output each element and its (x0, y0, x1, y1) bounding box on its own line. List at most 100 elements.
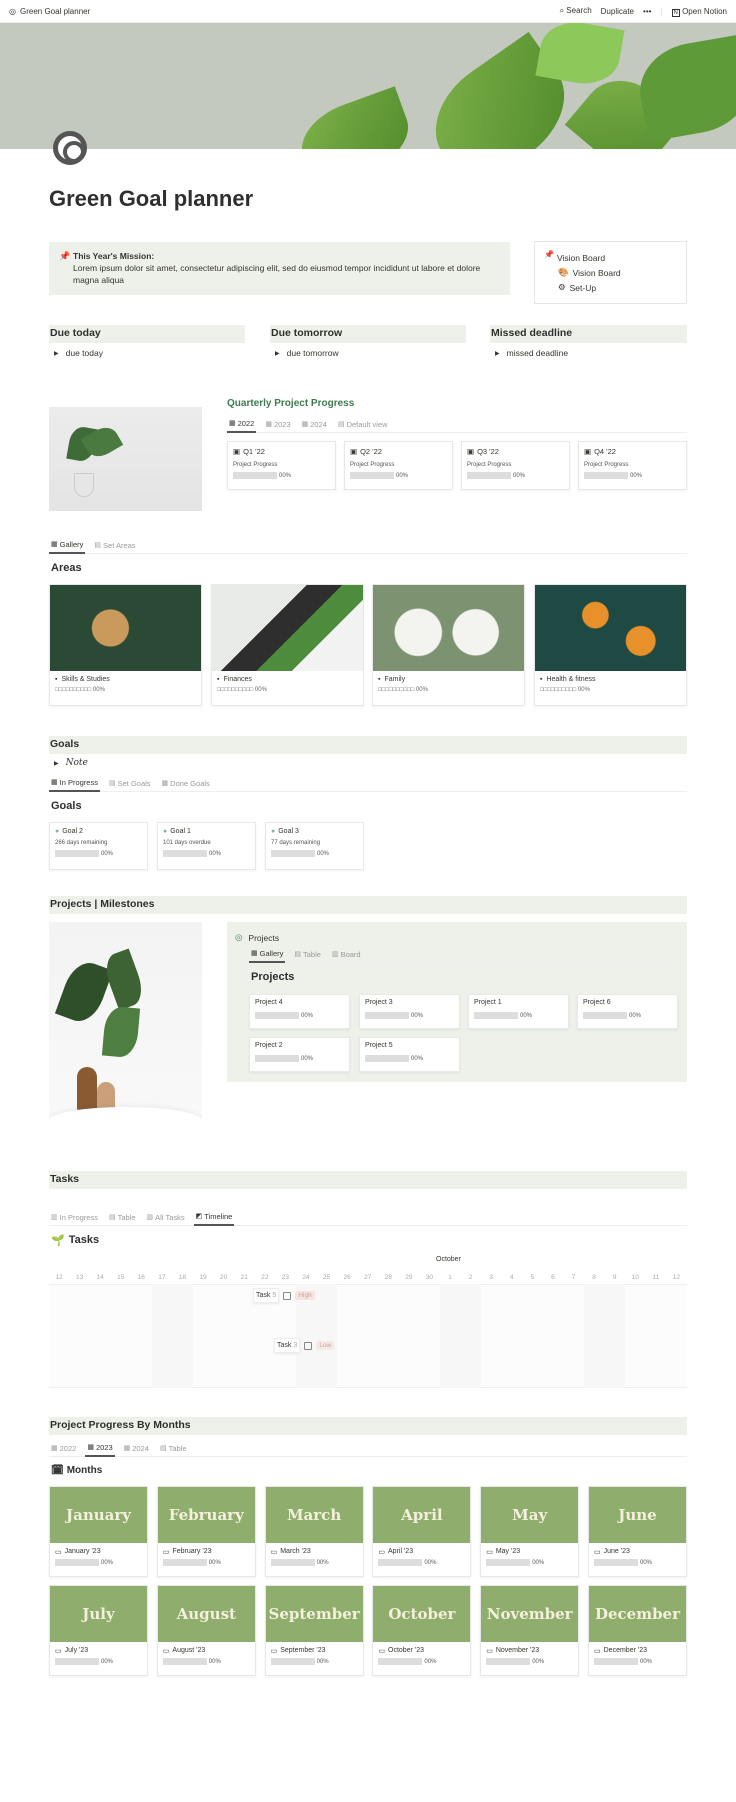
gallery-icon: ▦ (51, 1445, 58, 1452)
task-checkbox[interactable] (283, 1291, 292, 1300)
project-card[interactable]: Project 4 00% (249, 994, 350, 1029)
month-cover: October (373, 1586, 471, 1642)
goal-card[interactable]: ● Goal 1 101 days overdue 00% (157, 822, 256, 870)
project-card[interactable]: Project 2 00% (249, 1037, 350, 1072)
timeline-month: October (436, 1256, 461, 1263)
gallery-icon: ▦ (87, 1444, 94, 1451)
area-card[interactable]: ▪ Finances □□□□□□□□□□ 00% (211, 584, 364, 706)
month-cover: December (589, 1586, 686, 1642)
area-card[interactable]: ▪ Health & fitness □□□□□□□□□□ 00% (534, 584, 687, 706)
tab-2024[interactable]: ▦ 2024 (122, 1443, 151, 1457)
section-heading: Missed deadline (490, 325, 687, 343)
month-card[interactable]: August ▭ August '23 00% (156, 1585, 256, 1676)
month-card[interactable]: April ▭ April '23 00% (372, 1486, 472, 1577)
priority-tag: High (295, 1291, 315, 1300)
tab-table[interactable]: ▤ Table (107, 1212, 138, 1226)
month-card[interactable]: June ▭ June '23 00% (588, 1486, 687, 1577)
tab-in-progress[interactable]: ▥ In Progress (49, 1212, 100, 1226)
tab-timeline[interactable]: ◩ Timeline (193, 1212, 235, 1226)
goal-status: 101 days overdue (163, 840, 211, 846)
tab-2022[interactable]: ▦ 2022 (227, 419, 257, 433)
tab-2023[interactable]: ▦ 2023 (85, 1443, 115, 1457)
month-card[interactable]: March ▭ March '23 00% (264, 1486, 364, 1577)
weekend-column (151, 1284, 194, 1388)
projects-db-title[interactable]: Projects (248, 933, 279, 943)
tab-gallery[interactable]: ▦ Gallery (249, 949, 286, 963)
area-card[interactable]: ▪ Skills & Studies □□□□□□□□□□ 00% (49, 584, 202, 706)
search-button[interactable]: ⌕ Search (560, 6, 592, 16)
quarter-card[interactable]: ▣ Q2 '22 Project Progress 00% (344, 441, 453, 490)
tab-gallery[interactable]: ▦ Gallery (49, 540, 86, 554)
project-name: Project 4 (255, 999, 283, 1006)
sprout-icon: 🌱 (51, 1235, 65, 1247)
progress-bar: 00% (583, 1012, 672, 1019)
project-card[interactable]: Project 5 00% (359, 1037, 460, 1072)
month-card[interactable]: October ▭ October '23 00% (372, 1585, 472, 1676)
tab-set-goals[interactable]: ▤ Set Goals (107, 778, 153, 792)
goal-icon: ● (163, 828, 168, 835)
gallery-icon: ▦ (265, 421, 272, 428)
tab-done-goals[interactable]: ▦ Done Goals (160, 778, 212, 792)
toggle-due-today[interactable]: ▶ due today (49, 348, 245, 358)
project-card[interactable]: Project 3 00% (359, 994, 460, 1029)
month-card[interactable]: February ▭ February '23 00% (156, 1486, 256, 1577)
tab-set-areas[interactable]: ▤ Set Areas (92, 540, 137, 554)
tab-table[interactable]: ▤ Table (292, 949, 323, 963)
board-icon: ▥ (51, 1214, 58, 1221)
tab-in-progress[interactable]: ▦ In Progress (49, 778, 100, 792)
timeline-day: 29 (405, 1274, 413, 1281)
project-name: Project 6 (583, 999, 611, 1006)
tab-all-tasks[interactable]: ▥ All Tasks (145, 1212, 187, 1226)
month-card[interactable]: January ▭ January '23 00% (49, 1486, 148, 1577)
month-card[interactable]: May ▭ May '23 00% (480, 1486, 580, 1577)
month-card[interactable]: November ▭ November '23 00% (480, 1585, 580, 1676)
more-button[interactable]: ••• (643, 7, 651, 16)
project-card[interactable]: Project 6 00% (577, 994, 678, 1029)
area-card[interactable]: ▪ Family □□□□□□□□□□ 00% (372, 584, 525, 706)
tab-2024[interactable]: ▦ 2024 (300, 419, 329, 433)
triangle-right-icon: ▶ (495, 350, 500, 357)
goal-card[interactable]: ● Goal 3 77 days remaining 00% (265, 822, 364, 870)
timeline-task[interactable]: Task 5 High (253, 1288, 315, 1303)
timeline-day: 5 (530, 1274, 535, 1281)
link-set-up[interactable]: ⚙ Set-Up (557, 280, 676, 295)
priority-tag: Low (316, 1341, 335, 1350)
quarter-card[interactable]: ▣ Q4 '22 Project Progress 00% (578, 441, 687, 490)
link-vision-board[interactable]: 🎨 Vision Board (557, 265, 676, 280)
tab-default-view[interactable]: ▤ Default view (336, 419, 389, 433)
tab-2023[interactable]: ▦ 2023 (263, 419, 292, 433)
duplicate-button[interactable]: Duplicate (601, 7, 634, 16)
top-bar: ◎ Green Goal planner ⌕ Search Duplicate •… (0, 0, 736, 23)
month-card[interactable]: September ▭ September '23 00% (264, 1585, 364, 1676)
area-cover-image (50, 585, 201, 671)
project-name: Project 1 (474, 999, 502, 1006)
task-checkbox[interactable] (304, 1341, 313, 1350)
tab-board[interactable]: ▥ Board (330, 949, 363, 963)
progress-bar: 00% (255, 1055, 344, 1062)
project-name: Project 2 (255, 1042, 283, 1049)
month-card[interactable]: July ▭ July '23 00% (49, 1585, 148, 1676)
project-name: Project 5 (365, 1042, 393, 1049)
timeline-task[interactable]: Task 3 Low (274, 1338, 335, 1353)
timeline-day: 26 (343, 1274, 351, 1281)
toggle-missed-deadline[interactable]: ▶ missed deadline (490, 348, 687, 358)
timeline-day: 7 (571, 1274, 576, 1281)
project-card[interactable]: Project 1 00% (468, 994, 569, 1029)
open-notion-button[interactable]: N Open Notion (671, 7, 727, 17)
calendar-icon: ▣ (584, 447, 592, 456)
toggle-due-tomorrow[interactable]: ▶ due tomorrow (270, 348, 466, 358)
quarter-card[interactable]: ▣ Q1 '22 Project Progress 00% (227, 441, 336, 490)
goal-card[interactable]: ● Goal 2 266 days remaining 00% (49, 822, 148, 870)
breadcrumb-title[interactable]: Green Goal planner (20, 7, 90, 16)
timeline-day: 3 (489, 1274, 493, 1281)
target-icon (53, 131, 87, 165)
month-card[interactable]: December ▭ December '23 00% (588, 1585, 687, 1676)
target-icon: ◎ (235, 932, 243, 942)
month-cover: January (50, 1487, 147, 1543)
tab-2022[interactable]: ▦ 2022 (49, 1443, 78, 1457)
quarter-card[interactable]: ▣ Q3 '22 Project Progress 00% (461, 441, 570, 490)
note-toggle[interactable]: ▶ Note (49, 758, 88, 768)
timeline-day: 12 (672, 1274, 681, 1281)
goals-header: Goals (49, 736, 687, 754)
tab-table[interactable]: ▤ Table (158, 1443, 189, 1457)
